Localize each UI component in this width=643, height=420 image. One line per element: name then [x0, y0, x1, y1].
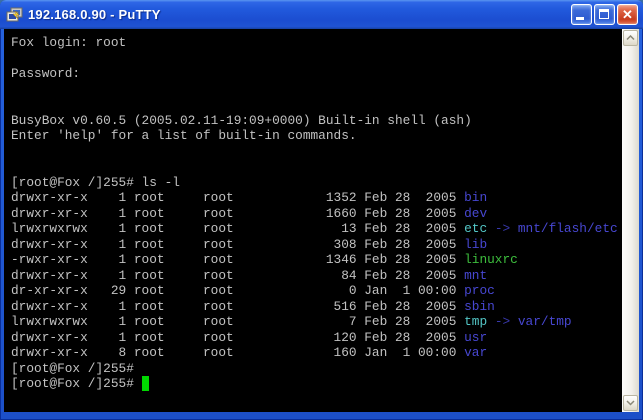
terminal-text: [root@Fox /]255# — [11, 361, 134, 376]
terminal-text: drwxr-xr-x 8 root root 160 Jan 1 00:00 — [11, 345, 464, 360]
putty-terminals-icon — [6, 7, 24, 23]
terminal-screen[interactable]: Fox login: root Password: BusyBox v0.60.5 … — [4, 29, 622, 412]
terminal-line — [11, 144, 622, 160]
terminal-line: dr-xr-xr-x 29 root root 0 Jan 1 00:00 pr… — [11, 283, 622, 299]
minimize-button[interactable] — [571, 4, 592, 25]
terminal-text: lrwxrwxrwx 1 root root 7 Feb 28 2005 — [11, 314, 464, 329]
terminal-line: drwxr-xr-x 8 root root 160 Jan 1 00:00 v… — [11, 345, 622, 361]
maximize-button[interactable] — [594, 4, 615, 25]
terminal-text-blue: var — [464, 345, 487, 360]
terminal-text: drwxr-xr-x 1 root root 120 Feb 28 2005 — [11, 330, 464, 345]
terminal-text-arrow: -> — [487, 221, 518, 236]
terminal-line: Password: — [11, 66, 622, 82]
terminal-text: Fox login: root — [11, 35, 126, 50]
close-icon: ✕ — [618, 5, 637, 24]
window-title: 192.168.0.90 - PuTTY — [28, 7, 571, 22]
scroll-up-button[interactable] — [623, 30, 638, 46]
terminal-text-blue: dev — [464, 206, 487, 221]
terminal-line: [root@Fox /]255# — [11, 361, 622, 377]
terminal-line: -rwxr-xr-x 1 root root 1346 Feb 28 2005 … — [11, 252, 622, 268]
terminal-text-blue: proc — [464, 283, 495, 298]
terminal-line: drwxr-xr-x 1 root root 308 Feb 28 2005 l… — [11, 237, 622, 253]
terminal-text: dr-xr-xr-x 29 root root 0 Jan 1 00:00 — [11, 283, 464, 298]
terminal-line: Enter 'help' for a list of built-in comm… — [11, 128, 622, 144]
terminal-line: BusyBox v0.60.5 (2005.02.11-19:09+0000) … — [11, 113, 622, 129]
window-controls: ✕ — [571, 4, 638, 25]
terminal-line: drwxr-xr-x 1 root root 516 Feb 28 2005 s… — [11, 299, 622, 315]
cursor-block — [142, 376, 150, 391]
terminal-text-blue: var/tmp — [518, 314, 572, 329]
terminal-text-blue: usr — [464, 330, 487, 345]
terminal-text-cyan: tmp — [464, 314, 487, 329]
terminal-text: drwxr-xr-x 1 root root 1352 Feb 28 2005 — [11, 190, 464, 205]
terminal-text: Password: — [11, 66, 80, 81]
minimize-icon — [576, 17, 584, 20]
terminal-line: [root@Fox /]255# — [11, 376, 622, 392]
terminal-line — [11, 159, 622, 175]
terminal-text-blue: mnt/flash/etc — [518, 221, 618, 236]
terminal-line: lrwxrwxrwx 1 root root 7 Feb 28 2005 tmp… — [11, 314, 622, 330]
terminal-line: drwxr-xr-x 1 root root 120 Feb 28 2005 u… — [11, 330, 622, 346]
terminal-text-green: linuxrc — [464, 252, 518, 267]
terminal-line: drwxr-xr-x 1 root root 84 Feb 28 2005 mn… — [11, 268, 622, 284]
putty-window: 192.168.0.90 - PuTTY ✕ Fox login: root Pa… — [0, 0, 643, 420]
maximize-icon — [599, 9, 609, 19]
terminal-line: drwxr-xr-x 1 root root 1352 Feb 28 2005 … — [11, 190, 622, 206]
scrollbar[interactable] — [622, 29, 639, 412]
close-button[interactable]: ✕ — [617, 4, 638, 25]
terminal-text: drwxr-xr-x 1 root root 84 Feb 28 2005 — [11, 268, 464, 283]
scroll-up-icon — [626, 35, 635, 41]
terminal-text: [root@Fox /]255# — [11, 376, 142, 391]
terminal-text: drwxr-xr-x 1 root root 516 Feb 28 2005 — [11, 299, 464, 314]
terminal-text-cyan: etc — [464, 221, 487, 236]
terminal-line — [11, 97, 622, 113]
terminal-text: -rwxr-xr-x 1 root root 1346 Feb 28 2005 — [11, 252, 464, 267]
terminal-text: drwxr-xr-x 1 root root 1660 Feb 28 2005 — [11, 206, 464, 221]
terminal-text: Enter 'help' for a list of built-in comm… — [11, 128, 357, 143]
terminal-text-arrow: -> — [487, 314, 518, 329]
scroll-down-icon — [626, 400, 635, 406]
terminal-text-blue: mnt — [464, 268, 487, 283]
scroll-down-button[interactable] — [623, 395, 638, 411]
terminal-text: BusyBox v0.60.5 (2005.02.11-19:09+0000) … — [11, 113, 472, 128]
terminal-line: lrwxrwxrwx 1 root root 13 Feb 28 2005 et… — [11, 221, 622, 237]
terminal-text-blue: sbin — [464, 299, 495, 314]
terminal-text: drwxr-xr-x 1 root root 308 Feb 28 2005 — [11, 237, 464, 252]
terminal-line — [11, 51, 622, 67]
terminal-line: drwxr-xr-x 1 root root 1660 Feb 28 2005 … — [11, 206, 622, 222]
terminal-line: [root@Fox /]255# ls -l — [11, 175, 622, 191]
terminal-text-blue: bin — [464, 190, 487, 205]
title-bar[interactable]: 192.168.0.90 - PuTTY ✕ — [0, 0, 643, 29]
terminal-text: lrwxrwxrwx 1 root root 13 Feb 28 2005 — [11, 221, 464, 236]
terminal-text-blue: lib — [464, 237, 487, 252]
terminal-line — [11, 82, 622, 98]
terminal-text: [root@Fox /]255# ls -l — [11, 175, 180, 190]
window-body: Fox login: root Password: BusyBox v0.60.5 … — [0, 29, 643, 416]
terminal-line: Fox login: root — [11, 35, 622, 51]
